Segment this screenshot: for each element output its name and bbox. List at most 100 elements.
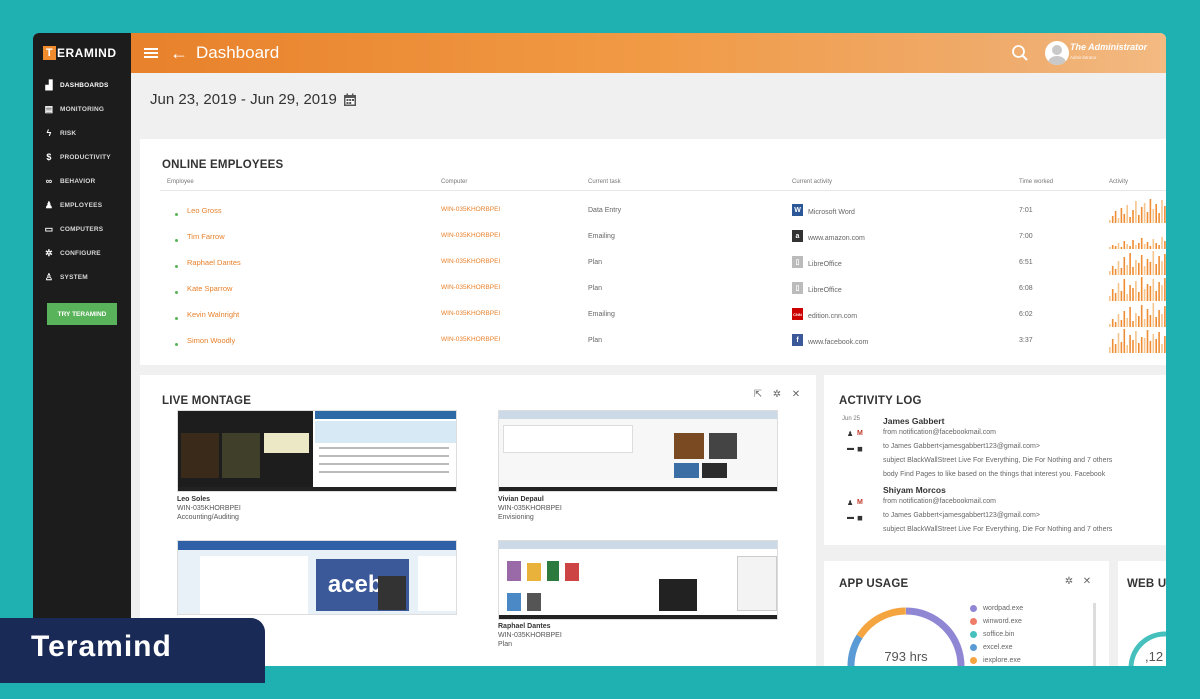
computer-link[interactable]: WIN-035KHORBPEI (441, 258, 500, 265)
legend-swatch (970, 618, 977, 625)
sidebar-item-productivity[interactable]: $ PRODUCTIVITY (33, 145, 131, 169)
activity-bar (1117, 283, 1120, 301)
montage-screen-3[interactable]: acebo (177, 540, 457, 615)
sidebar-item-configure[interactable]: ✲ CONFIGURE (33, 241, 131, 265)
activity-bar (1149, 199, 1152, 223)
activity-bar (1140, 255, 1143, 275)
activity-bar (1123, 329, 1126, 353)
computer-link[interactable]: WIN-035KHORBPEI (441, 310, 500, 317)
activity-bar (1161, 261, 1163, 275)
legend-item[interactable]: wordpad.exe (970, 602, 1023, 615)
col-computer: Computer (441, 179, 468, 185)
table-row[interactable]: Raphael Dantes WIN-035KHORBPEI Plan ▯ LibreO… (140, 251, 1166, 279)
employee-name-link[interactable]: Leo Gross (187, 206, 222, 215)
sidebar-item-computers[interactable]: ▭ COMPUTERS (33, 217, 131, 241)
sidebar-item-behavior[interactable]: ∞ BEHAVIOR (33, 169, 131, 193)
legend-swatch (970, 605, 977, 612)
table-row[interactable]: Simon Woodly WIN-035KHORBPEI Plan f www.face… (140, 329, 1166, 357)
gear-icon[interactable]: ✲ (1064, 577, 1074, 587)
teramind-logo[interactable]: T ERAMIND (33, 33, 131, 73)
external-link-icon[interactable]: ⇱ (753, 390, 763, 400)
table-row[interactable]: Leo Gross WIN-035KHORBPEI Data Entry W Micro… (140, 199, 1166, 227)
montage-screen-1[interactable] (177, 410, 457, 492)
activity-bar (1143, 338, 1146, 353)
activity-bar (1135, 313, 1137, 327)
legend-item[interactable]: excel.exe (970, 641, 1023, 654)
computer-link[interactable]: WIN-035KHORBPEI (441, 284, 500, 291)
hamburger-menu-icon[interactable] (144, 48, 158, 58)
activity-bar (1132, 210, 1134, 223)
employee-name-link[interactable]: Tim Farrow (187, 232, 225, 241)
log-employee-name[interactable]: James Gabbert (883, 416, 944, 426)
search-icon[interactable] (1011, 44, 1029, 62)
user-menu[interactable]: The Administrator Administrator (1070, 42, 1156, 60)
legend-scrollbar[interactable] (1093, 603, 1096, 666)
activity-bar (1140, 305, 1143, 327)
app-window: T ERAMIND ▟ DASHBOARDS ▤ MONITORING ϟ RISK $ PR… (33, 33, 1166, 666)
close-icon[interactable]: ✕ (1082, 577, 1092, 587)
sidebar-item-label: MONITORING (60, 105, 105, 113)
avatar[interactable] (1045, 41, 1069, 65)
app-usage-panel: APP USAGE ✲ ✕ 793 hrs wordpad.exe winword… (824, 561, 1109, 666)
activity-bar (1111, 289, 1114, 301)
log-employee-name[interactable]: Shiyam Morcos (883, 485, 946, 495)
video-icon[interactable]: ◼ (857, 514, 863, 522)
calendar-icon[interactable] (343, 93, 357, 107)
video-icon[interactable]: ◼ (857, 445, 863, 453)
computer-link[interactable]: WIN-035KHORBPEI (441, 336, 500, 343)
col-activity: Activity (1109, 179, 1129, 185)
activity-bar (1114, 344, 1117, 353)
monitor-icon: ▬ (847, 445, 854, 452)
montage-computer: WIN-035KHORBPEI (177, 505, 241, 512)
legend-item[interactable]: iexplore.exe (970, 654, 1023, 666)
activity-bar (1129, 285, 1131, 301)
monitoring-icon: ▤ (44, 103, 54, 114)
activity-bar (1111, 319, 1114, 327)
employee-name-link[interactable]: Kevin Walnright (187, 310, 239, 319)
sidebar-item-employees[interactable]: ♟ EMPLOYEES (33, 193, 131, 217)
employee-name-link[interactable]: Simon Woodly (187, 336, 235, 345)
computer-link[interactable]: WIN-035KHORBPEI (441, 206, 500, 213)
time-worked: 6:08 (1019, 285, 1033, 292)
employee-name-link[interactable]: Raphael Dantes (187, 258, 241, 267)
activity-bar (1155, 317, 1157, 327)
activity-bar (1161, 200, 1163, 223)
activity-bar (1155, 264, 1157, 275)
montage-screen-2[interactable] (498, 410, 778, 492)
close-icon[interactable]: ✕ (791, 390, 801, 400)
date-range-picker[interactable]: Jun 23, 2019 - Jun 29, 2019 (150, 91, 357, 108)
activity-bar (1111, 266, 1114, 275)
sidebar-nav: ▟ DASHBOARDS ▤ MONITORING ϟ RISK $ PRODUCTIVITY… (33, 73, 131, 289)
activity-bar (1126, 205, 1128, 223)
current-task: Emailing (588, 311, 615, 318)
computer-link[interactable]: WIN-035KHORBPEI (441, 232, 500, 239)
montage-employee-name: Leo Soles (177, 496, 211, 503)
activity-bar (1158, 310, 1160, 327)
try-teramind-button[interactable]: TRY TERAMIND (47, 303, 117, 325)
montage-dept: Plan (498, 641, 513, 648)
legend-item[interactable]: winword.exe (970, 615, 1023, 628)
web-usage-title: WEB U (1127, 578, 1166, 590)
app-usage-total: 793 hrs (884, 649, 928, 664)
sidebar-item-system[interactable]: ♙ SYSTEM (33, 265, 131, 289)
legend-item[interactable]: soffice.bin (970, 628, 1023, 641)
activity-bar (1158, 332, 1160, 353)
employee-name-link[interactable]: Kate Sparrow (187, 284, 232, 293)
back-arrow-icon[interactable]: ← (170, 44, 188, 62)
montage-caption-4: Raphael Dantes WIN-035KHORBPEI Plan (498, 622, 562, 649)
table-row[interactable]: Kevin Walnright WIN-035KHORBPEI Emailing CN… (140, 303, 1166, 331)
table-row[interactable]: Tim Farrow WIN-035KHORBPEI Emailing a www.am… (140, 227, 1166, 253)
sidebar-item-risk[interactable]: ϟ RISK (33, 121, 131, 145)
sidebar-item-monitoring[interactable]: ▤ MONITORING (33, 97, 131, 121)
activity-bar (1143, 203, 1146, 223)
activity-bar (1143, 319, 1146, 327)
legend-label: excel.exe (983, 644, 1013, 651)
sidebar-item-dashboards[interactable]: ▟ DASHBOARDS (33, 73, 131, 97)
montage-computer: WIN-035KHORBPEI (498, 505, 562, 512)
table-row[interactable]: Kate Sparrow WIN-035KHORBPEI Plan ▯ LibreOff… (140, 277, 1166, 305)
date-range-text: Jun 23, 2019 - Jun 29, 2019 (150, 91, 337, 108)
gear-icon[interactable]: ✲ (772, 390, 782, 400)
activity-bar (1146, 309, 1149, 327)
montage-screen-4[interactable] (498, 540, 778, 620)
legend-label: iexplore.exe (983, 657, 1021, 664)
